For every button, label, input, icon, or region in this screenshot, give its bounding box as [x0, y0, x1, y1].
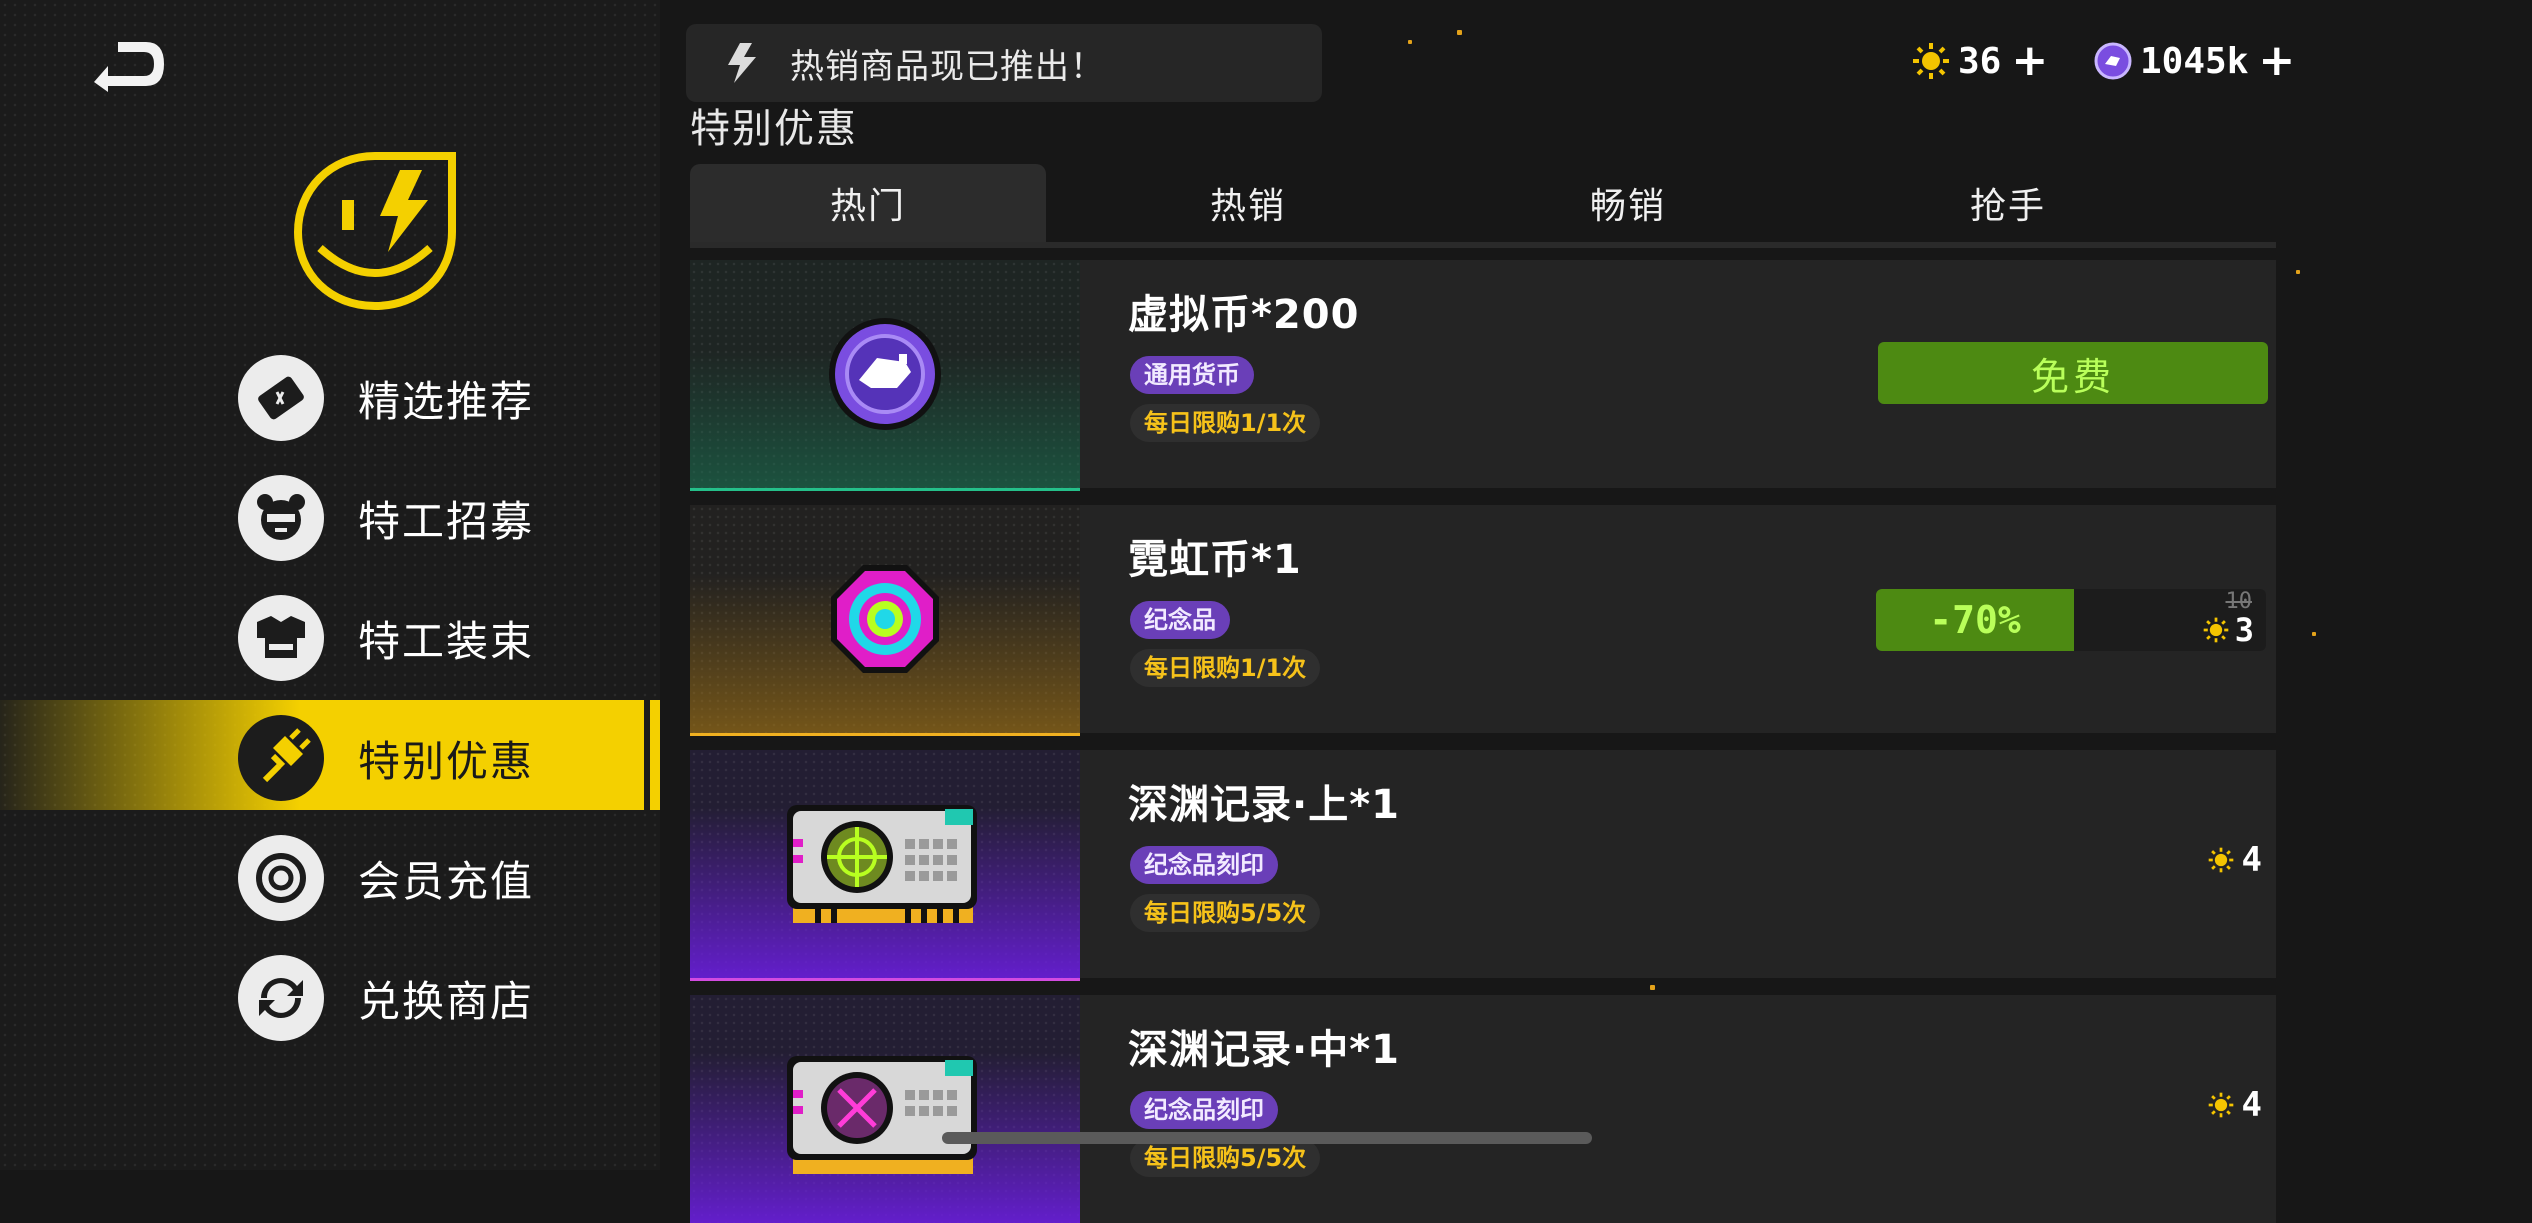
price-button[interactable]: 4 [2208, 840, 2262, 880]
sidebar-item-agent-recruit[interactable]: 特工招募 [0, 460, 660, 570]
price-button[interactable]: 4 [2208, 1085, 2262, 1125]
section-title: 特别优惠 [690, 106, 858, 152]
sidebar-item-featured[interactable]: 精选推荐 [0, 340, 660, 450]
sun-coin-icon [1913, 43, 1949, 79]
add-sun-coin-icon[interactable]: + [2011, 39, 2048, 83]
neon-coin-icon [831, 565, 939, 673]
product-thumbnail [690, 505, 1080, 736]
sidebar-item-label: 会员充值 [358, 857, 535, 906]
tab-popular[interactable]: 畅销 [1450, 164, 1806, 242]
product-thumbnail [690, 995, 1080, 1223]
product-title: 深渊记录·中*1 [1128, 1027, 1400, 1073]
sidebar-item-special-offer[interactable]: 特别优惠 [0, 700, 660, 810]
purchase-limit: 每日限购1/1次 [1130, 649, 1321, 687]
virtual-coin-icon [829, 318, 941, 430]
sun-coin-icon [2203, 617, 2229, 643]
product-card[interactable]: 霓虹币*1 纪念品 每日限购1/1次 -70% 10 3 [690, 505, 2276, 736]
tab-hot[interactable]: 热门 [690, 164, 1046, 242]
sidebar-item-label: 特工装束 [358, 617, 535, 666]
sidebar-item-exchange-shop[interactable]: 兑换商店 [0, 940, 660, 1050]
product-tag: 纪念品刻印 [1130, 1091, 1278, 1129]
tab-in-demand[interactable]: 抢手 [1830, 164, 2186, 242]
sun-coin-value: 36 [1958, 40, 2002, 82]
purchase-limit: 每日限购1/1次 [1130, 404, 1321, 442]
purple-coin-value: 1045k [2140, 40, 2249, 82]
sidebar-item-agent-outfit[interactable]: 特工装束 [0, 580, 660, 690]
notice-text: 热销商品现已推出！ [790, 46, 1105, 87]
back-arrow-icon [94, 42, 164, 92]
abyss-record-middle-icon [787, 1056, 977, 1174]
discount-badge: -70% [1876, 589, 2074, 651]
home-indicator[interactable] [942, 1132, 1592, 1144]
discounted-price: 3 [2203, 611, 2254, 649]
add-purple-coin-icon[interactable]: + [2258, 39, 2295, 83]
abyss-record-upper-icon [787, 805, 977, 923]
product-title: 霓虹币*1 [1128, 537, 1302, 583]
sidebar-item-membership[interactable]: 会员充值 [0, 820, 660, 930]
product-card[interactable]: 深渊记录·中*1 纪念品刻印 每日限购5/5次 4 [690, 995, 2276, 1223]
product-tag: 纪念品 [1130, 601, 1230, 639]
shop-smiley-logo [290, 148, 460, 313]
sun-coin-balance[interactable]: 36 + [1912, 36, 2048, 86]
ticket-icon [238, 355, 324, 441]
product-tag: 纪念品刻印 [1130, 846, 1278, 884]
sidebar: 精选推荐 特工招募 特工装束 特别优惠 会员充值 兑换商店 [0, 0, 660, 1170]
hot-items-notice-banner[interactable]: 热销商品现已推出！ [686, 24, 1322, 102]
sidebar-item-label: 兑换商店 [358, 977, 535, 1026]
bear-agent-icon [238, 475, 324, 561]
exchange-icon [238, 955, 324, 1041]
sidebar-item-label: 特别优惠 [358, 737, 535, 786]
purple-coin-balance[interactable]: 1045k + [2094, 36, 2295, 86]
product-tag: 通用货币 [1130, 356, 1254, 394]
free-claim-button[interactable]: 免费 [1878, 342, 2268, 404]
purchase-limit: 每日限购5/5次 [1130, 894, 1321, 932]
product-card[interactable]: 深渊记录·上*1 纪念品刻印 每日限购5/5次 4 [690, 750, 2276, 981]
discount-price-button[interactable]: -70% 10 3 [1876, 589, 2266, 651]
price-value: 4 [2241, 840, 2262, 880]
sidebar-item-label: 精选推荐 [358, 377, 535, 426]
product-card[interactable]: 虚拟币*200 通用货币 每日限购1/1次 免费 [690, 260, 2276, 491]
price-value: 3 [2234, 611, 2254, 649]
sun-coin-icon [2208, 847, 2233, 873]
product-thumbnail [690, 750, 1080, 981]
product-title: 虚拟币*200 [1128, 292, 1360, 338]
sun-coin-icon [2208, 1092, 2233, 1118]
sidebar-item-label: 特工招募 [358, 497, 535, 546]
lightning-icon [728, 43, 756, 83]
price-value: 4 [2241, 1085, 2262, 1125]
plug-icon [238, 715, 324, 801]
product-thumbnail [690, 260, 1080, 491]
product-title: 深渊记录·上*1 [1128, 782, 1400, 828]
outfit-icon [238, 595, 324, 681]
offer-tabs: 热门 热销 畅销 抢手 [690, 164, 2276, 248]
tab-best-selling[interactable]: 热销 [1070, 164, 1426, 242]
back-button[interactable] [88, 36, 168, 92]
target-ring-icon [238, 835, 324, 921]
purchase-limit: 每日限购5/5次 [1130, 1139, 1321, 1177]
purple-coin-icon [2094, 42, 2132, 80]
